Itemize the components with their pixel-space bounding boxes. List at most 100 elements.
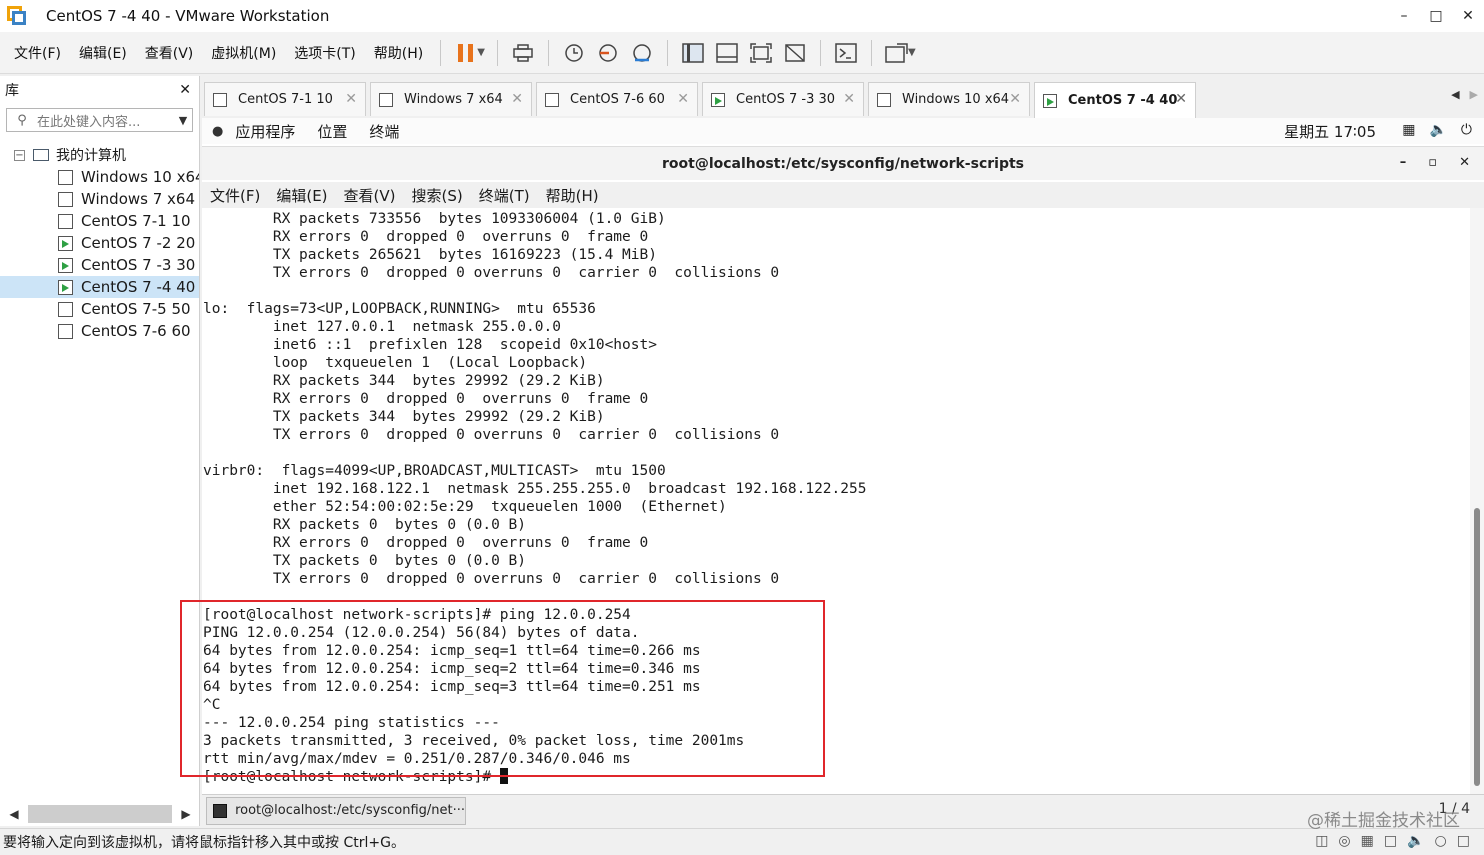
vm-icon xyxy=(58,191,73,207)
revert-snapshot-icon[interactable] xyxy=(591,38,625,68)
taskbar-terminal-item[interactable]: root@localhost:/etc/sysconfig/net··· xyxy=(206,796,466,825)
library-header: 库 ✕ xyxy=(0,76,199,104)
search-icon: ⚲ xyxy=(17,112,27,128)
terminal-line: RX errors 0 dropped 0 overruns 0 frame 0 xyxy=(203,229,649,245)
tab-scroll-left-icon[interactable]: ◀ xyxy=(1451,88,1459,101)
menu-vm[interactable]: 虚拟机(M) xyxy=(202,43,285,63)
tree-item-label: Windows 7 x64 xyxy=(81,190,196,208)
tab-scroll-right-icon[interactable]: ▶ xyxy=(1470,88,1478,101)
toolbar-separator xyxy=(870,39,872,66)
tab-close-icon[interactable]: ✕ xyxy=(511,91,523,107)
vm-tab-label: CentOS 7-1 10 xyxy=(238,92,333,107)
terminal-title: root@localhost:/etc/sysconfig/network-sc… xyxy=(661,155,1025,172)
tree-item-label: Windows 10 x64 xyxy=(81,168,199,186)
library-search-input[interactable]: ⚲ 在此处键入内容... ▼ xyxy=(6,108,193,132)
scroll-right-icon[interactable]: ▶ xyxy=(178,807,194,821)
tree-item-vm[interactable]: CentOS 7 -3 30 xyxy=(0,254,199,276)
menu-file[interactable]: 文件(F) xyxy=(0,43,70,63)
gnome-terminal-menu[interactable]: 终端 xyxy=(369,121,399,142)
tab-close-icon[interactable]: ✕ xyxy=(677,91,689,107)
tree-item-vm[interactable]: CentOS 7 -4 40 xyxy=(0,276,199,298)
terminal-line: ether 52:54:00:02:5e:29 txqueuelen 1000 … xyxy=(203,499,727,515)
usb-icon[interactable]: □ xyxy=(1384,833,1397,849)
snapshot-icon[interactable] xyxy=(557,38,591,68)
terminal-minimize-button[interactable]: – xyxy=(1400,155,1407,170)
tree-item-vm[interactable]: Windows 7 x64 xyxy=(0,188,199,210)
terminal-menu-view[interactable]: 查看(V) xyxy=(336,185,404,206)
network-icon[interactable]: ▦ xyxy=(1402,122,1415,138)
vm-tab-label: Windows 7 x64 xyxy=(404,92,503,107)
stretch-dropdown-icon[interactable]: ▼ xyxy=(908,47,916,58)
tree-item-label: CentOS 7 -4 40 xyxy=(81,278,196,296)
tree-item-vm[interactable]: CentOS 7-5 50 xyxy=(0,298,199,320)
scroll-left-icon[interactable]: ◀ xyxy=(6,807,22,821)
tree-item-vm[interactable]: CentOS 7-1 10 xyxy=(0,210,199,232)
snapshot-manager-icon[interactable] xyxy=(625,38,659,68)
terminal-line: lo: flags=73<UP,LOOPBACK,RUNNING> mtu 65… xyxy=(203,301,596,317)
terminal-scrollbar-thumb[interactable] xyxy=(1474,508,1480,786)
console-view-icon[interactable] xyxy=(829,38,863,68)
library-horizontal-scrollbar[interactable]: ◀ ▶ xyxy=(6,804,194,824)
terminal-scrollbar[interactable] xyxy=(1470,208,1484,794)
tab-close-icon[interactable]: ✕ xyxy=(843,91,855,107)
maximize-button[interactable]: □ xyxy=(1420,0,1452,32)
menu-edit[interactable]: 编辑(E) xyxy=(70,43,136,63)
cd-rom-icon[interactable]: ◎ xyxy=(1338,833,1350,849)
close-button[interactable]: ✕ xyxy=(1452,0,1484,32)
message-icon[interactable]: □ xyxy=(1457,833,1470,849)
tab-close-icon[interactable]: ✕ xyxy=(1175,91,1187,107)
gnome-applications-menu[interactable]: 应用程序 xyxy=(235,121,295,142)
network-adapter-icon[interactable]: ▦ xyxy=(1361,833,1374,849)
tree-root-my-computer[interactable]: − 我的计算机 xyxy=(0,144,199,166)
scrollbar-thumb[interactable] xyxy=(28,805,172,823)
tree-item-vm[interactable]: CentOS 7-6 60 xyxy=(0,320,199,342)
menu-tabs[interactable]: 选项卡(T) xyxy=(285,43,364,63)
thumbnail-bar-icon[interactable] xyxy=(710,38,744,68)
title-bar: CentOS 7 -4 40 - VMware Workstation – □ … xyxy=(0,0,1484,32)
terminal-line: TX packets 265621 bytes 16169223 (15.4 M… xyxy=(203,247,657,263)
collapse-icon[interactable]: − xyxy=(14,149,25,161)
tree-item-vm[interactable]: CentOS 7 -2 20 xyxy=(0,232,199,254)
library-close-icon[interactable]: ✕ xyxy=(179,82,191,98)
menu-help[interactable]: 帮助(H) xyxy=(365,43,432,63)
terminal-menu-search[interactable]: 搜索(S) xyxy=(404,185,471,206)
menu-view[interactable]: 查看(V) xyxy=(136,43,203,63)
status-bar: 要将输入定向到该虚拟机，请将鼠标指针移入其中或按 Ctrl+G。 ◫ ◎ ▦ □… xyxy=(0,828,1484,855)
pause-dropdown-icon[interactable]: ▼ xyxy=(477,47,485,58)
show-library-icon[interactable] xyxy=(676,38,710,68)
full-screen-icon[interactable] xyxy=(744,38,778,68)
unity-icon[interactable] xyxy=(778,38,812,68)
terminal-close-button[interactable]: ✕ xyxy=(1459,155,1470,170)
gnome-clock[interactable]: 星期五 17∶05 xyxy=(1284,121,1376,142)
vm-tab[interactable]: CentOS 7 -4 40 ✕ xyxy=(1034,82,1196,118)
vm-tab[interactable]: Windows 10 x64 ✕ xyxy=(868,82,1030,116)
tab-close-icon[interactable]: ✕ xyxy=(345,91,357,107)
terminal-menu-file[interactable]: 文件(F) xyxy=(202,185,268,206)
vm-tab[interactable]: CentOS 7-6 60 ✕ xyxy=(536,82,698,116)
terminal-menu-edit[interactable]: 编辑(E) xyxy=(268,185,335,206)
display-icon[interactable]: ○ xyxy=(1435,833,1447,849)
power-icon[interactable]: ⏻ xyxy=(1461,122,1472,138)
terminal-title-bar: root@localhost:/etc/sysconfig/network-sc… xyxy=(202,146,1484,180)
chevron-down-icon[interactable]: ▼ xyxy=(174,114,192,127)
minimize-button[interactable]: – xyxy=(1388,0,1420,32)
tree-item-vm[interactable]: Windows 10 x64 xyxy=(0,166,199,188)
hard-disk-icon[interactable]: ◫ xyxy=(1315,833,1328,849)
toolbar-separator xyxy=(666,39,668,66)
terminal-line: TX errors 0 dropped 0 overruns 0 carrier… xyxy=(203,265,780,281)
terminal-maximize-button[interactable]: ▫ xyxy=(1428,155,1437,170)
send-ctrl-alt-del-icon[interactable] xyxy=(506,38,540,68)
terminal-menu-help[interactable]: 帮助(H) xyxy=(538,185,607,206)
vm-tab[interactable]: CentOS 7-1 10 ✕ xyxy=(204,82,366,116)
vm-tab[interactable]: CentOS 7 -3 30 ✕ xyxy=(702,82,864,116)
volume-icon[interactable]: 🔈 xyxy=(1429,122,1446,138)
terminal-menu-terminal[interactable]: 终端(T) xyxy=(471,185,538,206)
terminal-line: TX errors 0 dropped 0 overruns 0 carrier… xyxy=(203,427,780,443)
toolbar-separator xyxy=(440,39,442,66)
gnome-places-menu[interactable]: 位置 xyxy=(317,121,347,142)
vm-tab[interactable]: Windows 7 x64 ✕ xyxy=(370,82,532,116)
tab-close-icon[interactable]: ✕ xyxy=(1009,91,1021,107)
sound-icon[interactable]: 🔈 xyxy=(1407,833,1424,849)
